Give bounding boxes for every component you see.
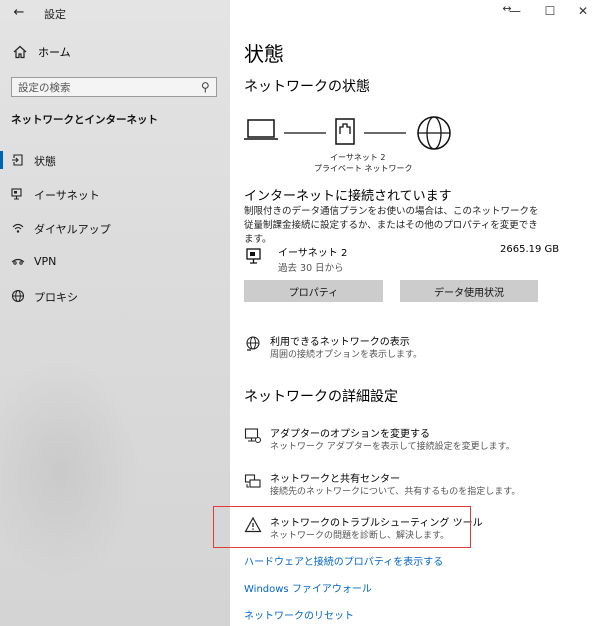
change-adapter-options[interactable]: アダプターのオプションを変更する ネットワーク アダプターを表示して接続設定を変… [244, 425, 574, 455]
pc-icon [244, 119, 278, 140]
sidebar: ← 設定 ホーム 設定の検索 ⚲ ネットワークとインターネット 状態 イーサネッ… [0, 0, 230, 626]
back-arrow-icon[interactable]: ← [10, 4, 28, 22]
diagram-adapter-label: イーサネット 2 [330, 153, 386, 162]
sidebar-item-status[interactable]: 状態 [0, 149, 230, 171]
hardware-properties-link[interactable]: ハードウェアと接続のプロパティを表示する [244, 553, 443, 568]
ethernet-icon [11, 188, 22, 200]
sharing-center-title: ネットワークと共有センター [270, 474, 400, 485]
sharing-center-icon [244, 474, 261, 488]
adapter-name: イーサネット 2 [278, 248, 348, 259]
globe-network-icon [246, 336, 260, 351]
connection-status-title: インターネットに接続されています [244, 189, 452, 204]
adapter-options-desc: ネットワーク アダプターを表示して接続設定を変更します。 [270, 442, 515, 452]
ethernet-adapter-icon [246, 248, 261, 264]
ethernet-port-icon [335, 118, 355, 145]
home-icon [13, 45, 27, 59]
show-networks-title: 利用できるネットワークの表示 [270, 337, 410, 348]
data-usage-button[interactable]: データ使用状況 [400, 280, 538, 302]
properties-button[interactable]: プロパティ [244, 280, 383, 302]
globe-icon [417, 116, 451, 150]
show-available-networks[interactable]: 利用できるネットワークの表示 周囲の接続オプションを表示します。 [244, 333, 574, 363]
network-reset-link[interactable]: ネットワークのリセット [244, 607, 354, 622]
network-sharing-center[interactable]: ネットワークと共有センター 接続先のネットワークについて、共有するものを指定しま… [244, 470, 574, 500]
network-status-heading: ネットワークの状態 [244, 79, 370, 95]
sidebar-section-title: ネットワークとインターネット [11, 114, 158, 126]
home-nav-item[interactable]: ホーム [12, 42, 222, 62]
sidebar-item-label: 状態 [34, 155, 56, 168]
status-icon [12, 154, 23, 166]
adapter-usage: 2665.19 GB [500, 244, 560, 255]
sidebar-item-label: ダイヤルアップ [34, 223, 111, 236]
close-button[interactable]: ✕ [574, 4, 592, 18]
dialup-icon [12, 223, 24, 233]
diagram-network-label: プライベート ネットワーク [314, 164, 413, 173]
proxy-icon [11, 289, 25, 303]
adapter-options-title: アダプターのオプションを変更する [270, 429, 430, 440]
sidebar-item-dialup[interactable]: ダイヤルアップ [0, 217, 230, 239]
home-label: ホーム [38, 46, 71, 59]
selection-indicator [0, 151, 3, 169]
maximize-button[interactable]: ☐ [541, 4, 559, 18]
windows-firewall-link[interactable]: Windows ファイアウォール [244, 580, 372, 595]
sidebar-item-proxy[interactable]: プロキシ [0, 285, 230, 307]
sidebar-item-vpn[interactable]: VPN [0, 251, 230, 273]
adapter-period: 過去 30 日から [278, 263, 344, 274]
highlight-box [213, 506, 471, 548]
vpn-icon [11, 258, 25, 265]
connection-description: 制限付きのデータ通信プランをお使いの場合は、このネットワークを従量制課金接続に設… [244, 206, 539, 245]
show-networks-desc: 周囲の接続オプションを表示します。 [270, 350, 423, 360]
sidebar-item-label: プロキシ [34, 291, 78, 304]
sidebar-item-ethernet[interactable]: イーサネット [0, 183, 230, 205]
sidebar-item-label: VPN [34, 255, 57, 268]
sidebar-item-label: イーサネット [34, 189, 100, 202]
adapter-options-icon [244, 428, 261, 443]
minimize-button[interactable]: — [506, 4, 524, 18]
page-title: 状態 [244, 42, 284, 66]
sharing-center-desc: 接続先のネットワークについて、共有するものを指定します。 [270, 487, 521, 497]
search-icon: ⚲ [201, 80, 210, 94]
search-input[interactable]: 設定の検索 ⚲ [11, 77, 217, 97]
search-placeholder: 設定の検索 [18, 81, 71, 94]
app-title: 設定 [44, 8, 66, 21]
advanced-settings-heading: ネットワークの詳細設定 [244, 389, 398, 405]
